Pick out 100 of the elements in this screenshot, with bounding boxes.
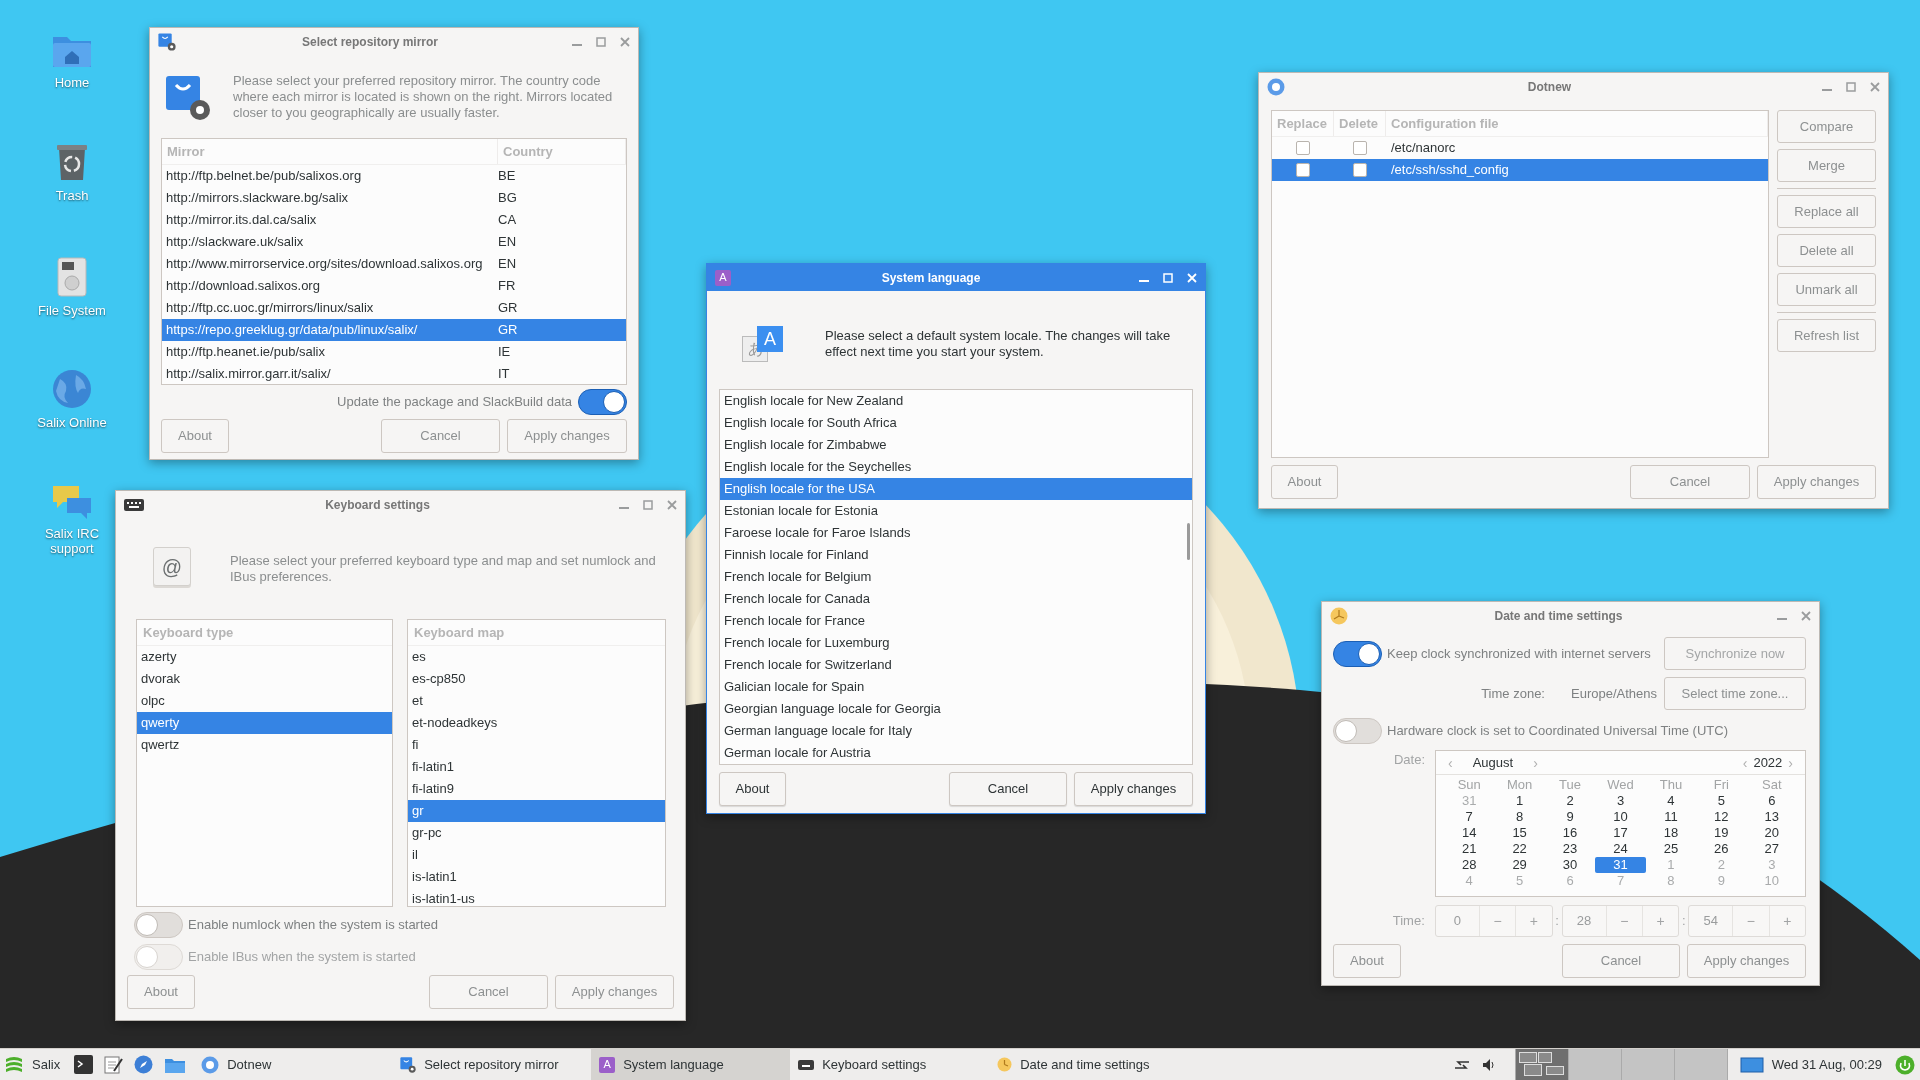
list-item[interactable]: qwerty — [137, 712, 392, 734]
calendar-day[interactable]: 16 — [1544, 825, 1596, 841]
table-row[interactable]: /etc/ssh/sshd_config — [1272, 159, 1768, 181]
checkbox[interactable] — [1296, 163, 1310, 177]
maximize-icon[interactable] — [1846, 81, 1856, 92]
table-row[interactable]: https://repo.greeklug.gr/data/pub/linux/salix/ GR — [162, 319, 626, 341]
close-icon[interactable] — [667, 499, 677, 510]
list-item[interactable]: fi-latin1 — [408, 756, 665, 778]
calendar-day[interactable]: 18 — [1645, 825, 1697, 841]
calendar-day[interactable]: 11 — [1645, 809, 1697, 825]
workspace-button[interactable] — [1515, 1049, 1569, 1080]
calendar-day[interactable]: 13 — [1746, 809, 1797, 825]
table-row[interactable]: http://mirror.its.dal.ca/salix CA — [162, 209, 626, 231]
calendar-day[interactable]: 14 — [1444, 825, 1495, 841]
calendar-day[interactable]: 12 — [1696, 809, 1747, 825]
checkbox[interactable] — [1353, 141, 1367, 155]
table-row[interactable]: http://www.mirrorservice.org/sites/download.salixos.org EN — [162, 253, 626, 275]
compass-icon[interactable] — [134, 1055, 154, 1074]
calendar-day[interactable]: 3 — [1595, 793, 1646, 809]
table-row[interactable]: http://mirrors.slackware.bg/salix BG — [162, 187, 626, 209]
taskbar-button[interactable]: Select repository mirror — [392, 1049, 592, 1080]
display-icon[interactable] — [1739, 1055, 1764, 1074]
list-item[interactable]: Georgian language locale for Georgia — [720, 698, 1192, 720]
table-row[interactable]: http://ftp.cc.uoc.gr/mirrors/linux/salix GR — [162, 297, 626, 319]
list-item[interactable]: es — [408, 646, 665, 668]
calendar-day[interactable]: 1 — [1494, 793, 1545, 809]
list-item[interactable]: il — [408, 844, 665, 866]
list-item[interactable]: is-latin1 — [408, 866, 665, 888]
update-icon[interactable] — [1895, 1054, 1915, 1075]
taskbar-button[interactable]: Date and time settings — [989, 1049, 1189, 1080]
calendar-day[interactable]: 19 — [1696, 825, 1747, 841]
list-item[interactable]: Estonian locale for Estonia — [720, 500, 1192, 522]
calendar-day[interactable]: 27 — [1746, 841, 1797, 857]
calendar-day[interactable]: 24 — [1595, 841, 1646, 857]
close-icon[interactable] — [1870, 81, 1880, 92]
terminal-icon[interactable] — [74, 1055, 94, 1074]
about-button[interactable]: About — [719, 772, 786, 806]
list-item[interactable]: French locale for Switzerland — [720, 654, 1192, 676]
calendar-day[interactable]: 8 — [1494, 809, 1545, 825]
list-item[interactable]: French locale for Canada — [720, 588, 1192, 610]
calendar-day[interactable]: 7 — [1444, 809, 1495, 825]
table-row[interactable]: http://slackware.uk/salix EN — [162, 231, 626, 253]
taskbar-button[interactable]: Keyboard settings — [790, 1049, 990, 1080]
calendar-day[interactable]: 6 — [1746, 793, 1797, 809]
calendar-day[interactable]: 17 — [1595, 825, 1646, 841]
checkbox[interactable] — [1353, 163, 1367, 177]
list-item[interactable]: gr — [408, 800, 665, 822]
scrollbar[interactable] — [1187, 523, 1190, 560]
table-row[interactable]: http://ftp.belnet.be/pub/salixos.org BE — [162, 165, 626, 187]
calendar-day[interactable]: 26 — [1696, 841, 1747, 857]
calendar-day[interactable]: 21 — [1444, 841, 1495, 857]
calendar-day[interactable]: 31 — [1595, 857, 1646, 873]
maximize-icon[interactable] — [596, 36, 606, 47]
list-item[interactable]: es-cp850 — [408, 668, 665, 690]
list-item[interactable]: Faroese locale for Faroe Islands — [720, 522, 1192, 544]
list-item[interactable]: dvorak — [137, 668, 392, 690]
calendar-day[interactable]: 20 — [1746, 825, 1797, 841]
table-row[interactable]: http://salix.mirror.garr.it/salix/ IT — [162, 363, 626, 384]
table-row[interactable]: /etc/nanorc — [1272, 137, 1768, 159]
list-item[interactable]: et — [408, 690, 665, 712]
list-item[interactable]: et-nodeadkeys — [408, 712, 665, 734]
list-item[interactable]: English locale for the USA — [720, 478, 1192, 500]
taskbar-button[interactable]: A System language — [591, 1049, 791, 1080]
calendar-day[interactable]: 2 — [1544, 793, 1596, 809]
list-item[interactable]: French locale for France — [720, 610, 1192, 632]
globe-icon[interactable] — [50, 367, 94, 411]
calendar-day[interactable]: 28 — [1444, 857, 1495, 873]
calendar-day[interactable]: 15 — [1494, 825, 1545, 841]
calendar-day[interactable]: 10 — [1595, 809, 1646, 825]
maximize-icon[interactable] — [643, 499, 653, 510]
calendar-day[interactable]: 30 — [1544, 857, 1596, 873]
close-icon[interactable] — [1801, 610, 1811, 621]
list-item[interactable]: German language locale for Italy — [720, 720, 1192, 742]
table-row[interactable]: http://ftp.heanet.ie/pub/salix IE — [162, 341, 626, 363]
list-item[interactable]: is-latin1-us — [408, 888, 665, 906]
text-editor-icon[interactable] — [104, 1055, 124, 1074]
list-item[interactable]: Finnish locale for Finland — [720, 544, 1192, 566]
calendar-day[interactable]: 22 — [1494, 841, 1545, 857]
list-item[interactable]: German locale for Austria — [720, 742, 1192, 764]
list-item[interactable]: qwertz — [137, 734, 392, 756]
calendar-day[interactable]: 5 — [1696, 793, 1747, 809]
calendar-day[interactable]: 29 — [1494, 857, 1545, 873]
list-item[interactable]: English locale for South Africa — [720, 412, 1192, 434]
list-item[interactable]: gr-pc — [408, 822, 665, 844]
list-item[interactable]: azerty — [137, 646, 392, 668]
toggle-switch[interactable] — [1333, 640, 1382, 667]
cancel-button[interactable]: Cancel — [949, 772, 1067, 806]
list-item[interactable]: Galician locale for Spain — [720, 676, 1192, 698]
table-row[interactable]: http://download.salixos.org FR — [162, 275, 626, 297]
list-item[interactable]: olpc — [137, 690, 392, 712]
clock-text[interactable]: Wed 31 Aug, 00:29 — [1771, 1054, 1882, 1075]
list-item[interactable]: English locale for New Zealand — [720, 390, 1192, 412]
start-menu-button[interactable]: Salix — [0, 1049, 67, 1080]
calendar-day[interactable]: 23 — [1544, 841, 1596, 857]
taskbar-button[interactable]: Dotnew — [193, 1049, 393, 1080]
calendar-day[interactable]: 4 — [1645, 793, 1697, 809]
calendar-day[interactable]: 9 — [1544, 809, 1596, 825]
apply-button[interactable]: Apply changes — [1074, 772, 1193, 806]
list-item[interactable]: fi — [408, 734, 665, 756]
list-item[interactable]: French locale for Belgium — [720, 566, 1192, 588]
